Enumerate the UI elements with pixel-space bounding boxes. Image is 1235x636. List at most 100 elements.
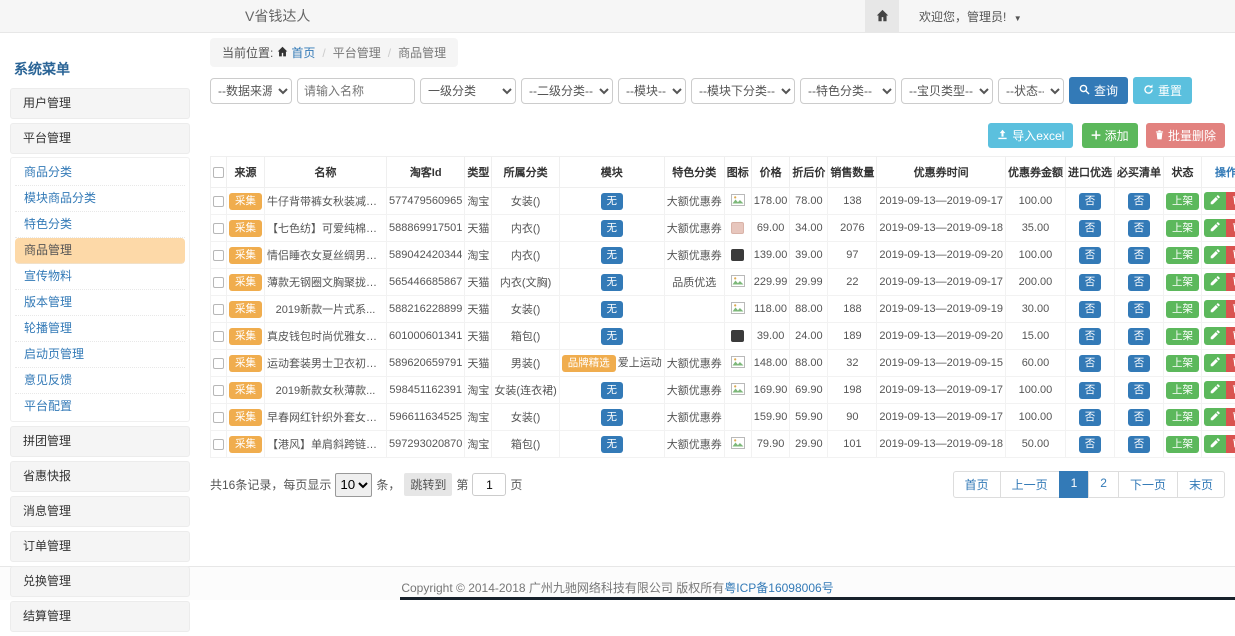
imported-toggle[interactable]: 否 bbox=[1079, 301, 1102, 318]
delete-button[interactable] bbox=[1226, 354, 1235, 372]
edit-button[interactable] bbox=[1204, 354, 1226, 372]
imported-toggle[interactable]: 否 bbox=[1079, 247, 1102, 264]
icp-link[interactable]: 粤ICP备16098006号 bbox=[724, 581, 833, 595]
per-page-select[interactable]: 10 bbox=[335, 473, 372, 497]
row-checkbox[interactable] bbox=[213, 304, 224, 315]
edit-button[interactable] bbox=[1204, 273, 1226, 291]
imported-toggle[interactable]: 否 bbox=[1079, 328, 1102, 345]
row-checkbox[interactable] bbox=[213, 385, 224, 396]
row-checkbox[interactable] bbox=[213, 439, 224, 450]
edit-button[interactable] bbox=[1204, 435, 1226, 453]
delete-button[interactable] bbox=[1226, 219, 1235, 237]
sidebar-group-user-mgmt[interactable]: 用户管理 bbox=[10, 88, 190, 119]
edit-button[interactable] bbox=[1204, 192, 1226, 210]
imported-toggle[interactable]: 否 bbox=[1079, 274, 1102, 291]
sidebar-item-goods-category[interactable]: 商品分类 bbox=[15, 160, 185, 186]
status-toggle[interactable]: 上架 bbox=[1166, 355, 1199, 372]
sidebar-item-feature-category[interactable]: 特色分类 bbox=[15, 212, 185, 238]
sidebar-item-module-goods-category[interactable]: 模块商品分类 bbox=[15, 186, 185, 212]
sidebar-item-feedback[interactable]: 意见反馈 bbox=[15, 368, 185, 394]
page-button-2[interactable]: 2 bbox=[1088, 471, 1119, 498]
must-buy-toggle[interactable]: 否 bbox=[1128, 301, 1151, 318]
page-button-首页[interactable]: 首页 bbox=[953, 471, 1001, 498]
sidebar-group-platform-mgmt[interactable]: 平台管理 bbox=[10, 123, 190, 154]
filter-level1-category-select[interactable]: 一级分类 bbox=[420, 78, 516, 104]
status-toggle[interactable]: 上架 bbox=[1166, 220, 1199, 237]
sidebar-item-platform-config[interactable]: 平台配置 bbox=[15, 394, 185, 419]
search-button[interactable]: 查询 bbox=[1069, 77, 1128, 104]
sidebar-item-goods-mgmt[interactable]: 商品管理 bbox=[15, 238, 185, 264]
row-checkbox[interactable] bbox=[213, 277, 224, 288]
filter-status-select[interactable]: --状态-- bbox=[998, 78, 1064, 104]
edit-button[interactable] bbox=[1204, 219, 1226, 237]
edit-button[interactable] bbox=[1204, 381, 1226, 399]
edit-button[interactable] bbox=[1204, 408, 1226, 426]
sidebar-group-order-mgmt[interactable]: 订单管理 bbox=[10, 531, 190, 562]
sidebar-item-carousel-mgmt[interactable]: 轮播管理 bbox=[15, 316, 185, 342]
filter-module-select[interactable]: --模块-- bbox=[618, 78, 686, 104]
delete-button[interactable] bbox=[1226, 246, 1235, 264]
delete-button[interactable] bbox=[1226, 408, 1235, 426]
name-search-input[interactable] bbox=[297, 78, 415, 104]
batch-delete-button[interactable]: 批量删除 bbox=[1146, 123, 1225, 148]
delete-button[interactable] bbox=[1226, 273, 1235, 291]
status-toggle[interactable]: 上架 bbox=[1166, 409, 1199, 426]
filter-feature-category-select[interactable]: --特色分类-- bbox=[800, 78, 896, 104]
must-buy-toggle[interactable]: 否 bbox=[1128, 193, 1151, 210]
must-buy-toggle[interactable]: 否 bbox=[1128, 382, 1151, 399]
must-buy-toggle[interactable]: 否 bbox=[1128, 355, 1151, 372]
breadcrumb-home-link[interactable]: 首页 bbox=[291, 44, 315, 61]
delete-button[interactable] bbox=[1226, 381, 1235, 399]
sidebar-group-message-mgmt[interactable]: 消息管理 bbox=[10, 496, 190, 527]
status-toggle[interactable]: 上架 bbox=[1166, 382, 1199, 399]
row-checkbox[interactable] bbox=[213, 331, 224, 342]
page-button-末页[interactable]: 末页 bbox=[1177, 471, 1225, 498]
filter-level2-category-select[interactable]: --二级分类-- bbox=[521, 78, 613, 104]
delete-button[interactable] bbox=[1226, 192, 1235, 210]
filter-item-type-select[interactable]: --宝贝类型-- bbox=[901, 78, 993, 104]
delete-button[interactable] bbox=[1226, 300, 1235, 318]
page-number-input[interactable] bbox=[472, 473, 506, 496]
imported-toggle[interactable]: 否 bbox=[1079, 382, 1102, 399]
page-button-1[interactable]: 1 bbox=[1059, 471, 1090, 498]
status-toggle[interactable]: 上架 bbox=[1166, 274, 1199, 291]
delete-button[interactable] bbox=[1226, 435, 1235, 453]
must-buy-toggle[interactable]: 否 bbox=[1128, 409, 1151, 426]
status-toggle[interactable]: 上架 bbox=[1166, 301, 1199, 318]
sidebar-item-version-mgmt[interactable]: 版本管理 bbox=[15, 290, 185, 316]
must-buy-toggle[interactable]: 否 bbox=[1128, 247, 1151, 264]
reset-button[interactable]: 重置 bbox=[1133, 77, 1192, 104]
edit-button[interactable] bbox=[1204, 300, 1226, 318]
row-checkbox[interactable] bbox=[213, 223, 224, 234]
select-all-checkbox[interactable] bbox=[213, 167, 224, 178]
status-toggle[interactable]: 上架 bbox=[1166, 193, 1199, 210]
imported-toggle[interactable]: 否 bbox=[1079, 220, 1102, 237]
page-button-上一页[interactable]: 上一页 bbox=[1000, 471, 1060, 498]
sidebar-group-exchange-mgmt[interactable]: 兑换管理 bbox=[10, 566, 190, 597]
imported-toggle[interactable]: 否 bbox=[1079, 436, 1102, 453]
must-buy-toggle[interactable]: 否 bbox=[1128, 220, 1151, 237]
status-toggle[interactable]: 上架 bbox=[1166, 328, 1199, 345]
row-checkbox[interactable] bbox=[213, 196, 224, 207]
row-checkbox[interactable] bbox=[213, 412, 224, 423]
import-excel-button[interactable]: 导入excel bbox=[988, 123, 1073, 148]
sidebar-group-group-buy-mgmt[interactable]: 拼团管理 bbox=[10, 426, 190, 457]
filter-module-subcategory-select[interactable]: --模块下分类-- bbox=[691, 78, 795, 104]
add-button[interactable]: 添加 bbox=[1082, 123, 1138, 148]
row-checkbox[interactable] bbox=[213, 358, 224, 369]
delete-button[interactable] bbox=[1226, 327, 1235, 345]
sidebar-group-settlement-mgmt[interactable]: 结算管理 bbox=[10, 601, 190, 632]
imported-toggle[interactable]: 否 bbox=[1079, 193, 1102, 210]
status-toggle[interactable]: 上架 bbox=[1166, 436, 1199, 453]
edit-button[interactable] bbox=[1204, 327, 1226, 345]
status-toggle[interactable]: 上架 bbox=[1166, 247, 1199, 264]
filter-data-source-select[interactable]: --数据来源-- bbox=[210, 78, 292, 104]
must-buy-toggle[interactable]: 否 bbox=[1128, 274, 1151, 291]
sidebar-item-promo-materials[interactable]: 宣传物料 bbox=[15, 264, 185, 290]
user-menu[interactable]: 欢迎您，管理员! ▼ bbox=[919, 8, 1022, 25]
row-checkbox[interactable] bbox=[213, 250, 224, 261]
sidebar-group-saving-express[interactable]: 省惠快报 bbox=[10, 461, 190, 492]
imported-toggle[interactable]: 否 bbox=[1079, 409, 1102, 426]
imported-toggle[interactable]: 否 bbox=[1079, 355, 1102, 372]
jump-to-button[interactable]: 跳转到 bbox=[404, 473, 452, 496]
